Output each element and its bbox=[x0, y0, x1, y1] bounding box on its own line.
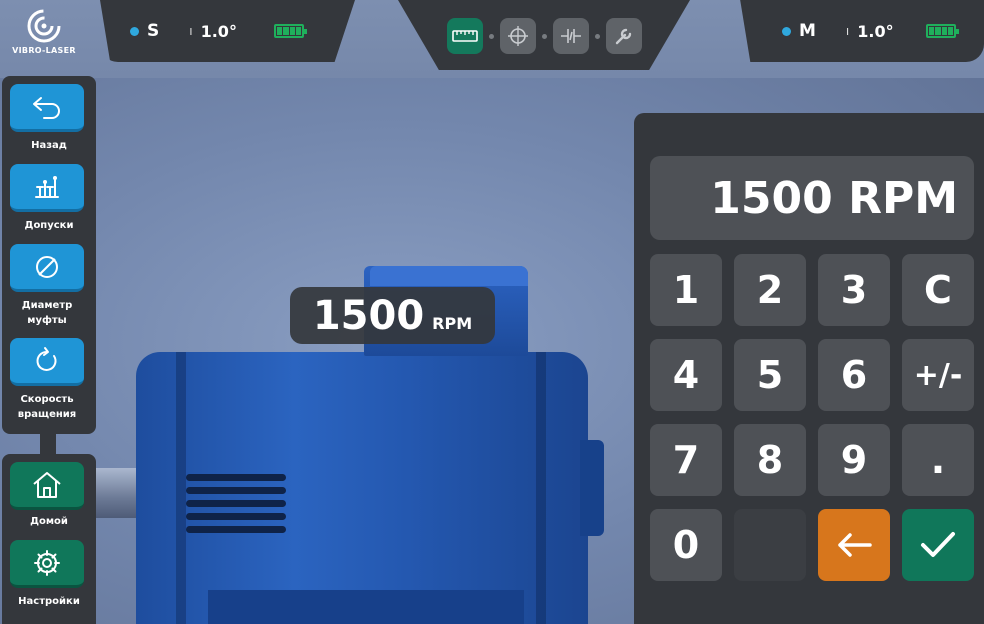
wrench-icon bbox=[615, 28, 631, 45]
key-8[interactable]: 8 bbox=[734, 424, 806, 496]
motor-vents bbox=[186, 474, 286, 539]
logo: VIBRO-LASER bbox=[8, 8, 80, 64]
home-button[interactable] bbox=[10, 462, 84, 510]
key-3[interactable]: 3 bbox=[818, 254, 890, 326]
key-0[interactable]: 0 bbox=[650, 509, 722, 581]
home-icon bbox=[33, 471, 61, 498]
key-1[interactable]: 1 bbox=[650, 254, 722, 326]
diameter-icon bbox=[36, 255, 58, 278]
sensor-m-angle: 1.0° bbox=[857, 21, 894, 41]
mode-measure[interactable] bbox=[446, 18, 483, 54]
back-button[interactable] bbox=[10, 84, 84, 132]
brand-name: VIBRO-LASER bbox=[12, 46, 76, 55]
sensor-s-status-dot bbox=[130, 26, 139, 36]
rpm-label: 1500 RPM bbox=[290, 287, 495, 344]
confirm-button[interactable] bbox=[902, 509, 974, 581]
sensor-s-name: S bbox=[147, 21, 160, 41]
battery-icon bbox=[926, 24, 959, 38]
settings-button[interactable] bbox=[10, 540, 84, 588]
tolerance-button[interactable] bbox=[10, 164, 84, 212]
ruler-icon bbox=[451, 30, 478, 42]
key-5[interactable]: 5 bbox=[734, 339, 806, 411]
sensor-m-name: M bbox=[799, 21, 816, 41]
sensor-m-status-dot bbox=[782, 26, 791, 36]
tolerance-icon bbox=[35, 175, 59, 198]
checkmark-icon bbox=[921, 532, 955, 557]
rotation-speed-button[interactable] bbox=[10, 338, 84, 386]
key-blank bbox=[734, 509, 806, 581]
rpm-unit: RPM bbox=[432, 314, 473, 333]
sensor-m-panel: M ı 1.0° bbox=[740, 0, 984, 62]
mode-separator bbox=[488, 33, 494, 39]
target-icon bbox=[507, 26, 528, 46]
back-arrow-icon bbox=[33, 96, 60, 119]
back-label: Назад bbox=[31, 140, 67, 151]
vibro-laser-logo-icon bbox=[27, 9, 61, 43]
mode-coupling[interactable] bbox=[552, 18, 589, 54]
motor-rib bbox=[536, 352, 546, 624]
battery-icon bbox=[274, 24, 307, 38]
mode-separator bbox=[541, 33, 547, 39]
motor-rib bbox=[176, 352, 186, 624]
key-9[interactable]: 9 bbox=[818, 424, 890, 496]
key-4[interactable]: 4 bbox=[650, 339, 722, 411]
rotation-speed-label: Скорость вращения bbox=[17, 394, 77, 420]
mode-target[interactable] bbox=[499, 18, 536, 54]
motor-shaft bbox=[94, 468, 138, 518]
terminal-box-lid bbox=[370, 266, 528, 286]
keypad-display: 1500 RPM bbox=[650, 156, 974, 240]
sidebar-connector bbox=[40, 434, 56, 454]
rpm-value: 1500 bbox=[312, 293, 425, 339]
sensor-s-panel: S ı 1.0° bbox=[100, 0, 355, 62]
key-decimal[interactable]: . bbox=[902, 424, 974, 496]
key-clear[interactable]: C bbox=[902, 254, 974, 326]
motor-base bbox=[208, 590, 524, 624]
coupling-diameter-label: Диаметр муфты bbox=[21, 300, 73, 326]
inclination-icon: ı bbox=[845, 24, 850, 38]
numeric-keypad: 1500 RPM 1 2 3 C 4 5 6 +/- 7 8 9 . 0 bbox=[634, 113, 984, 624]
sidebar-main: Назад Допуски Диаметр муфты Скорость вра… bbox=[2, 76, 96, 434]
motor-end-cap bbox=[580, 440, 604, 536]
mode-adjust[interactable] bbox=[605, 18, 642, 54]
settings-label: Настройки bbox=[18, 596, 80, 607]
tolerance-label: Допуски bbox=[24, 220, 74, 231]
key-6[interactable]: 6 bbox=[818, 339, 890, 411]
mode-separator bbox=[594, 33, 600, 39]
key-sign[interactable]: +/- bbox=[902, 339, 974, 411]
home-label: Домой bbox=[30, 516, 68, 527]
coupling-icon bbox=[560, 29, 581, 43]
gear-icon bbox=[34, 549, 60, 576]
coupling-diameter-button[interactable] bbox=[10, 244, 84, 292]
sensor-s-angle: 1.0° bbox=[200, 21, 237, 41]
backspace-button[interactable] bbox=[818, 509, 890, 581]
rotation-icon bbox=[36, 346, 57, 371]
inclination-icon: ı bbox=[189, 24, 193, 38]
sidebar-bottom: Домой Настройки bbox=[2, 454, 96, 624]
mode-bar bbox=[398, 0, 690, 70]
keypad-display-value: 1500 RPM bbox=[710, 172, 958, 224]
key-2[interactable]: 2 bbox=[734, 254, 806, 326]
key-7[interactable]: 7 bbox=[650, 424, 722, 496]
left-arrow-icon bbox=[838, 533, 872, 557]
